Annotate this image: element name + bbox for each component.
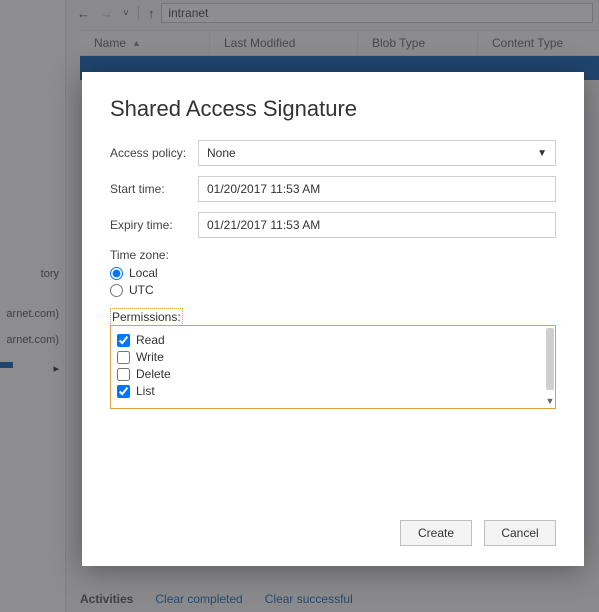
chevron-down-icon: ▼: [537, 148, 547, 159]
expiry-time-label: Expiry time:: [110, 218, 198, 232]
radio-label: UTC: [129, 283, 154, 297]
perm-delete[interactable]: Delete: [117, 367, 549, 381]
dialog-title: Shared Access Signature: [110, 96, 556, 122]
create-button[interactable]: Create: [400, 520, 472, 546]
perm-read[interactable]: Read: [117, 333, 549, 347]
access-policy-label: Access policy:: [110, 146, 198, 160]
checkbox-label: Read: [136, 333, 165, 347]
tz-local-radio[interactable]: Local: [110, 266, 556, 280]
cancel-button[interactable]: Cancel: [484, 520, 556, 546]
radio-input[interactable]: [110, 284, 123, 297]
checkbox-input[interactable]: [117, 351, 130, 364]
checkbox-label: Delete: [136, 367, 171, 381]
sas-dialog: Shared Access Signature Access policy: N…: [82, 72, 584, 566]
checkbox-input[interactable]: [117, 334, 130, 347]
radio-input[interactable]: [110, 267, 123, 280]
start-time-label: Start time:: [110, 182, 198, 196]
checkbox-label: Write: [136, 350, 164, 364]
perm-write[interactable]: Write: [117, 350, 549, 364]
scroll-down-icon[interactable]: ▼: [545, 396, 555, 408]
start-time-input[interactable]: [198, 176, 556, 202]
permissions-label: Permissions:: [110, 308, 183, 326]
scrollbar-thumb[interactable]: [546, 328, 554, 390]
select-value: None: [207, 146, 236, 160]
perm-list[interactable]: List: [117, 384, 549, 398]
time-zone-label: Time zone:: [110, 248, 556, 262]
checkbox-input[interactable]: [117, 368, 130, 381]
permissions-listbox: Read Write Delete List ▼: [110, 325, 556, 409]
checkbox-input[interactable]: [117, 385, 130, 398]
radio-label: Local: [129, 266, 158, 280]
access-policy-select[interactable]: None ▼: [198, 140, 556, 166]
checkbox-label: List: [136, 384, 155, 398]
tz-utc-radio[interactable]: UTC: [110, 283, 556, 297]
expiry-time-input[interactable]: [198, 212, 556, 238]
